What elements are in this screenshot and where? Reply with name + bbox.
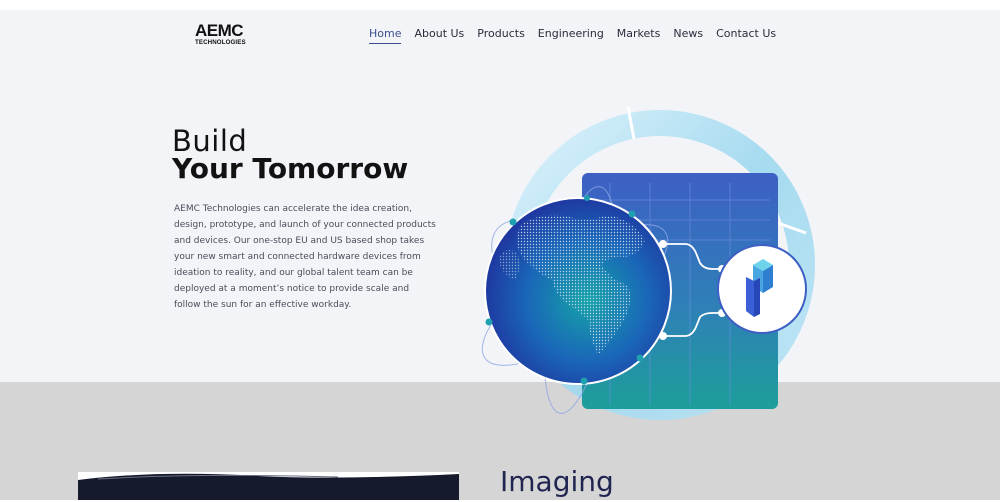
hero-illustration xyxy=(481,106,815,420)
logo-wordmark: AEMC xyxy=(195,21,244,40)
globe-illustration xyxy=(484,197,672,385)
isometric-cube-icon xyxy=(717,244,807,334)
imaging-photo xyxy=(78,472,459,500)
main-nav: Home About Us Products Engineering Marke… xyxy=(369,27,776,44)
imaging-section-title: Imaging xyxy=(500,465,614,498)
nav-contact-us[interactable]: Contact Us xyxy=(716,27,776,44)
photo-highlight xyxy=(78,472,459,480)
nav-engineering[interactable]: Engineering xyxy=(538,27,604,44)
hero-heading-line2: Your Tomorrow xyxy=(172,152,409,185)
logo-subtitle: TECHNOLOGIES xyxy=(195,39,246,46)
nav-home[interactable]: Home xyxy=(369,27,402,44)
company-logo[interactable]: AEMC TECHNOLOGIES xyxy=(195,22,255,48)
nav-markets[interactable]: Markets xyxy=(617,27,661,44)
nav-products[interactable]: Products xyxy=(477,27,525,44)
top-strip xyxy=(0,0,1000,10)
nav-news[interactable]: News xyxy=(673,27,703,44)
hero-description: AEMC Technologies can accelerate the ide… xyxy=(174,204,436,310)
nav-about-us[interactable]: About Us xyxy=(414,27,464,44)
